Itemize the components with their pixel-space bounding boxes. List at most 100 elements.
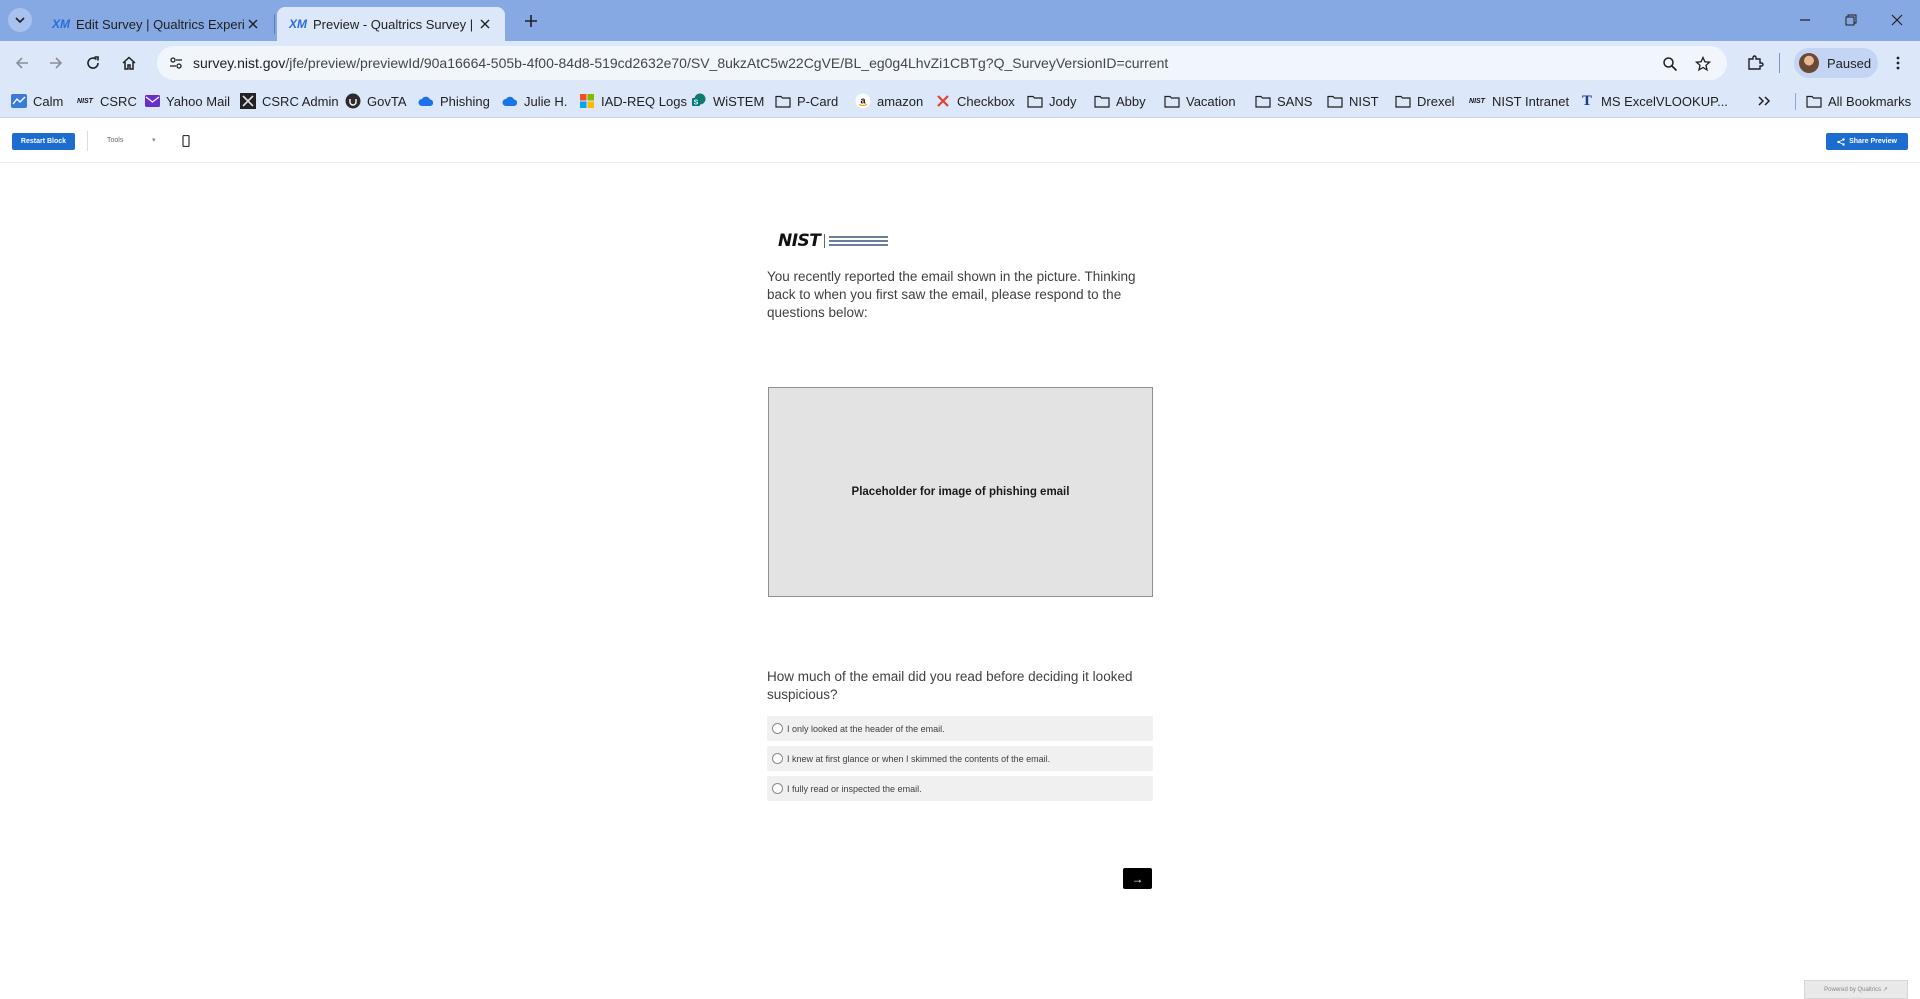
sharepoint-icon: S: [691, 93, 707, 109]
preview-toolbar: Restart Block Tools ▾ Share Preview: [0, 119, 1920, 163]
nist-icon: NIST: [1469, 97, 1485, 105]
minimize-icon: [1800, 19, 1810, 21]
tab-preview-survey[interactable]: XM Preview - Qualtrics Survey | Qu: [277, 7, 505, 41]
url-host: survey.nist.gov: [193, 55, 286, 71]
tools-menu[interactable]: Tools: [107, 137, 123, 144]
bookmark-label: Jody: [1049, 93, 1077, 109]
bookmark-label: CSRC Admin: [262, 93, 339, 109]
radio-button[interactable]: [772, 723, 783, 734]
close-icon[interactable]: [245, 16, 261, 32]
bookmark-label: MS ExcelVLOOKUP...: [1601, 93, 1728, 109]
bookmark-drexel[interactable]: Drexel: [1395, 92, 1455, 110]
bookmarks-bar: Calm NIST CSRC Yahoo Mail CSRC Admin Gov…: [0, 84, 1920, 118]
minimize-button[interactable]: [1790, 8, 1820, 32]
bookmark-calm[interactable]: Calm: [11, 92, 63, 110]
all-bookmarks-button[interactable]: All Bookmarks: [1806, 92, 1911, 110]
bookmark-yahoo-mail[interactable]: Yahoo Mail: [144, 92, 230, 110]
puzzle-icon: [1748, 55, 1764, 70]
star-icon[interactable]: [1693, 54, 1713, 74]
choice-label: I knew at first glance or when I skimmed…: [787, 753, 1051, 764]
qualtrics-xm-icon: XM: [289, 17, 307, 31]
site-info-icon[interactable]: [167, 54, 185, 72]
home-button[interactable]: [116, 50, 142, 76]
bookmark-ms-excel-vlookup[interactable]: T MS ExcelVLOOKUP...: [1579, 92, 1728, 110]
url-path: /jfe/preview/previewId/90a16664-505b-4f0…: [285, 55, 1169, 71]
mobile-device-icon[interactable]: [181, 135, 191, 147]
bookmark-csrc-admin[interactable]: CSRC Admin: [240, 92, 339, 110]
bookmark-sans[interactable]: SANS: [1255, 92, 1312, 110]
home-icon: [122, 56, 136, 70]
bookmark-csrc[interactable]: NIST CSRC: [76, 92, 137, 110]
checkbox-icon: [935, 93, 951, 109]
zoom-icon[interactable]: [1660, 54, 1680, 74]
reload-button[interactable]: [80, 50, 106, 76]
extensions-button[interactable]: [1742, 50, 1768, 76]
bookmark-label: NIST Intranet: [1492, 93, 1570, 109]
answer-choice-first-glance[interactable]: I knew at first glance or when I skimmed…: [767, 746, 1153, 771]
microsoft-icon: [579, 93, 595, 109]
bookmark-wistem[interactable]: S WiSTEM: [691, 92, 764, 110]
share-preview-button[interactable]: Share Preview: [1826, 133, 1908, 150]
folder-icon: [1255, 93, 1271, 109]
bookmark-nist[interactable]: NIST: [1327, 92, 1379, 110]
restart-block-button[interactable]: Restart Block: [12, 133, 75, 150]
survey-intro-text: You recently reported the email shown in…: [767, 269, 1136, 320]
answer-choice-header-only[interactable]: I only looked at the header of the email…: [767, 716, 1153, 741]
toolbar-divider: [1779, 53, 1780, 73]
restore-button[interactable]: [1836, 8, 1866, 32]
amazon-icon: a: [855, 93, 871, 109]
chevron-double-right-icon: [1758, 96, 1771, 106]
choice-label: I fully read or inspected the email.: [787, 783, 922, 794]
bookmark-p-card[interactable]: P-Card: [775, 92, 838, 110]
csrc-admin-icon: [240, 93, 256, 109]
bookmark-label: Calm: [33, 93, 64, 109]
bookmark-julie-h[interactable]: Julie H.: [502, 92, 567, 110]
share-preview-label: Share Preview: [1849, 138, 1897, 145]
caret-down-icon[interactable]: ▾: [152, 136, 156, 144]
bookmark-vacation[interactable]: Vacation: [1164, 92, 1236, 110]
browser-menu-button[interactable]: [1885, 50, 1911, 76]
more-vertical-icon: [1896, 56, 1900, 70]
answer-choice-fully-read[interactable]: I fully read or inspected the email.: [767, 776, 1153, 801]
folder-icon: [1395, 93, 1411, 109]
arrow-left-icon: [15, 57, 28, 69]
bookmark-jody[interactable]: Jody: [1027, 92, 1076, 110]
new-tab-button[interactable]: [520, 10, 542, 32]
bookmark-govta[interactable]: GovTA: [345, 92, 407, 110]
question-text: How much of the email did you read befor…: [767, 669, 1133, 702]
toolbar-divider: [87, 131, 88, 151]
next-button[interactable]: →: [1123, 868, 1152, 889]
address-bar[interactable]: survey.nist.gov/jfe/preview/previewId/90…: [157, 46, 1727, 80]
back-button[interactable]: [9, 50, 35, 76]
close-window-button[interactable]: [1882, 8, 1912, 32]
bookmarks-divider: [1795, 93, 1796, 110]
bookmark-amazon[interactable]: a amazon: [855, 92, 923, 110]
avatar: [1799, 53, 1819, 73]
folder-icon: [1094, 93, 1110, 109]
close-icon[interactable]: [477, 16, 493, 32]
bookmark-nist-intranet[interactable]: NIST NIST Intranet: [1468, 92, 1569, 110]
bookmark-label: IAD-REQ Logs: [601, 93, 687, 109]
bookmark-iad-req-logs[interactable]: IAD-REQ Logs: [579, 92, 687, 110]
tab-search-button[interactable]: [8, 8, 32, 32]
forward-button[interactable]: [43, 50, 69, 76]
nist-logo-mark: NIST: [778, 231, 821, 251]
reload-icon: [87, 56, 99, 69]
radio-button[interactable]: [772, 783, 783, 794]
profile-button[interactable]: Paused: [1794, 48, 1878, 78]
tab-edit-survey[interactable]: XM Edit Survey | Qualtrics Experien: [40, 7, 273, 41]
arrow-right-icon: [50, 57, 63, 69]
chevron-down-icon: [15, 17, 25, 24]
radio-button[interactable]: [772, 753, 783, 764]
more-bookmarks-button[interactable]: [1757, 92, 1771, 110]
restore-icon: [1845, 14, 1857, 26]
tab-title: Edit Survey | Qualtrics Experien: [76, 16, 245, 32]
bookmark-label: WiSTEM: [713, 93, 765, 109]
bookmark-checkbox[interactable]: Checkbox: [935, 92, 1015, 110]
powered-by-qualtrics-link[interactable]: Powered by Qualtrics ↗: [1804, 980, 1908, 999]
bookmark-abby[interactable]: Abby: [1094, 92, 1146, 110]
folder-icon: [1027, 93, 1043, 109]
bookmark-phishing[interactable]: Phishing: [418, 92, 490, 110]
govta-icon: [345, 93, 361, 109]
t-icon: T: [1582, 93, 1592, 109]
